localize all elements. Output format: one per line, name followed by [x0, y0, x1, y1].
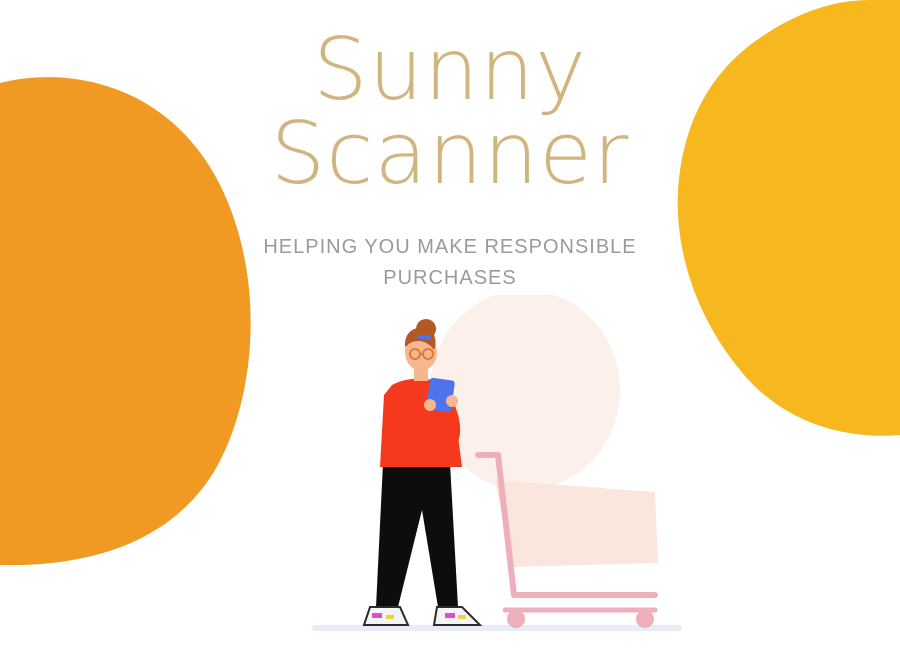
right-shoe [432, 606, 483, 626]
landing-page: Sunny Scanner HELPING YOU MAKE RESPONSIB… [0, 0, 900, 650]
cart-wheel-right [636, 610, 654, 628]
pants [376, 463, 458, 607]
app-title-line-2: Scanner [270, 104, 630, 204]
cart-basket [495, 480, 658, 567]
app-title-line-1: Sunny [312, 20, 587, 120]
shopping-cart-icon [475, 452, 658, 628]
cart-wheel-left [507, 610, 525, 628]
tagline: HELPING YOU MAKE RESPONSIBLE PURCHASES [263, 236, 637, 289]
shopper-illustration [312, 295, 682, 631]
app-title: Sunny Scanner [0, 20, 900, 204]
